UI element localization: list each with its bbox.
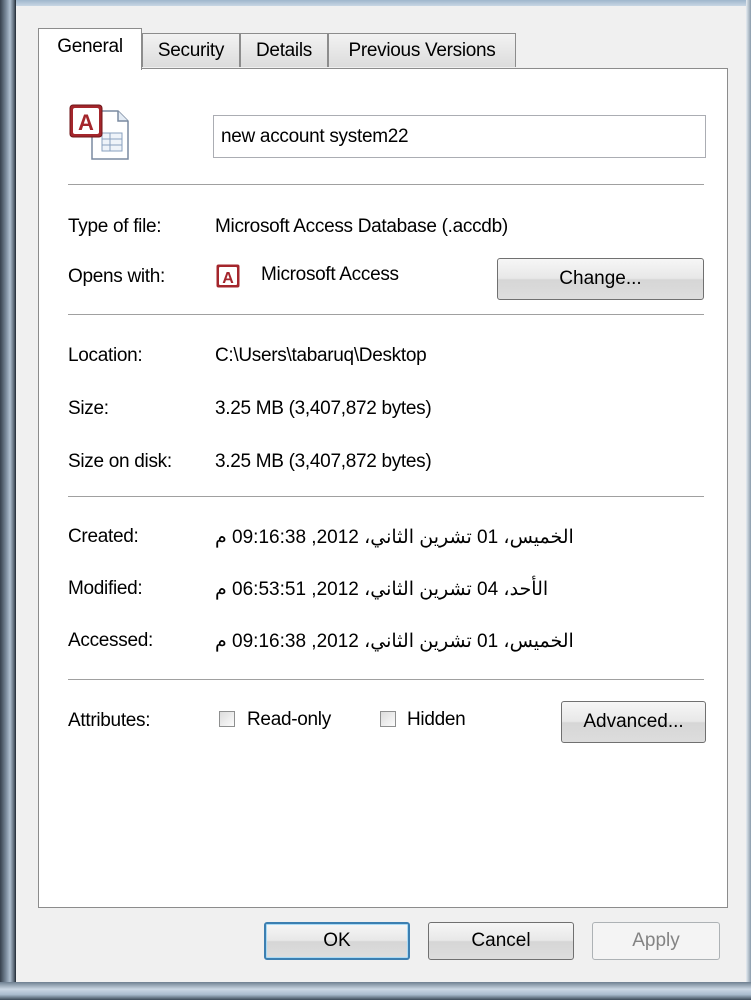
apply-button[interactable]: Apply (592, 922, 720, 960)
separator (68, 496, 704, 497)
svg-text:A: A (78, 110, 94, 135)
hidden-checkbox[interactable] (380, 711, 396, 727)
size-on-disk-value: 3.25 MB (3,407,872 bytes) (215, 451, 432, 472)
attributes-label: Attributes: (68, 710, 151, 731)
accessed-value: الخميس، 01 تشرين الثاني، 2012, 09:16:38 … (215, 631, 574, 652)
tab-general[interactable]: General (38, 28, 142, 70)
opens-with-app: Microsoft Access (261, 264, 399, 285)
ok-button[interactable]: OK (264, 922, 410, 960)
advanced-button[interactable]: Advanced... (561, 701, 706, 743)
type-of-file-value: Microsoft Access Database (.accdb) (215, 216, 508, 237)
size-on-disk-label: Size on disk: (68, 451, 172, 472)
tab-security[interactable]: Security (142, 33, 240, 67)
general-tab-panel (38, 68, 728, 908)
hidden-label[interactable]: Hidden (407, 709, 466, 731)
location-label: Location: (68, 345, 143, 366)
created-value: الخميس، 01 تشرين الثاني، 2012, 09:16:38 … (215, 527, 574, 548)
separator (68, 679, 704, 680)
opens-with-label: Opens with: (68, 266, 166, 287)
created-label: Created: (68, 526, 139, 547)
file-name-input[interactable] (213, 115, 706, 158)
window-frame-bottom (0, 982, 751, 1000)
read-only-label[interactable]: Read-only (247, 709, 331, 731)
window-frame-right (746, 0, 751, 1000)
microsoft-access-icon: A (216, 264, 240, 288)
tab-previous-versions[interactable]: Previous Versions (328, 33, 516, 67)
accessed-label: Accessed: (68, 630, 153, 651)
modified-label: Modified: (68, 578, 143, 599)
read-only-checkbox[interactable] (219, 711, 235, 727)
tab-details[interactable]: Details (240, 33, 328, 67)
size-label: Size: (68, 398, 109, 419)
cancel-button[interactable]: Cancel (428, 922, 574, 960)
window-frame-left (0, 0, 16, 1000)
location-value: C:\Users\tabaruq\Desktop (215, 345, 427, 366)
svg-text:A: A (222, 270, 234, 287)
change-button[interactable]: Change... (497, 258, 704, 300)
size-value: 3.25 MB (3,407,872 bytes) (215, 398, 432, 419)
separator (68, 314, 704, 315)
access-database-file-icon: A (68, 103, 130, 161)
type-of-file-label: Type of file: (68, 216, 162, 237)
modified-value: الأحد، 04 تشرين الثاني، 2012, 06:53:51 م (215, 579, 549, 600)
separator (68, 184, 704, 185)
